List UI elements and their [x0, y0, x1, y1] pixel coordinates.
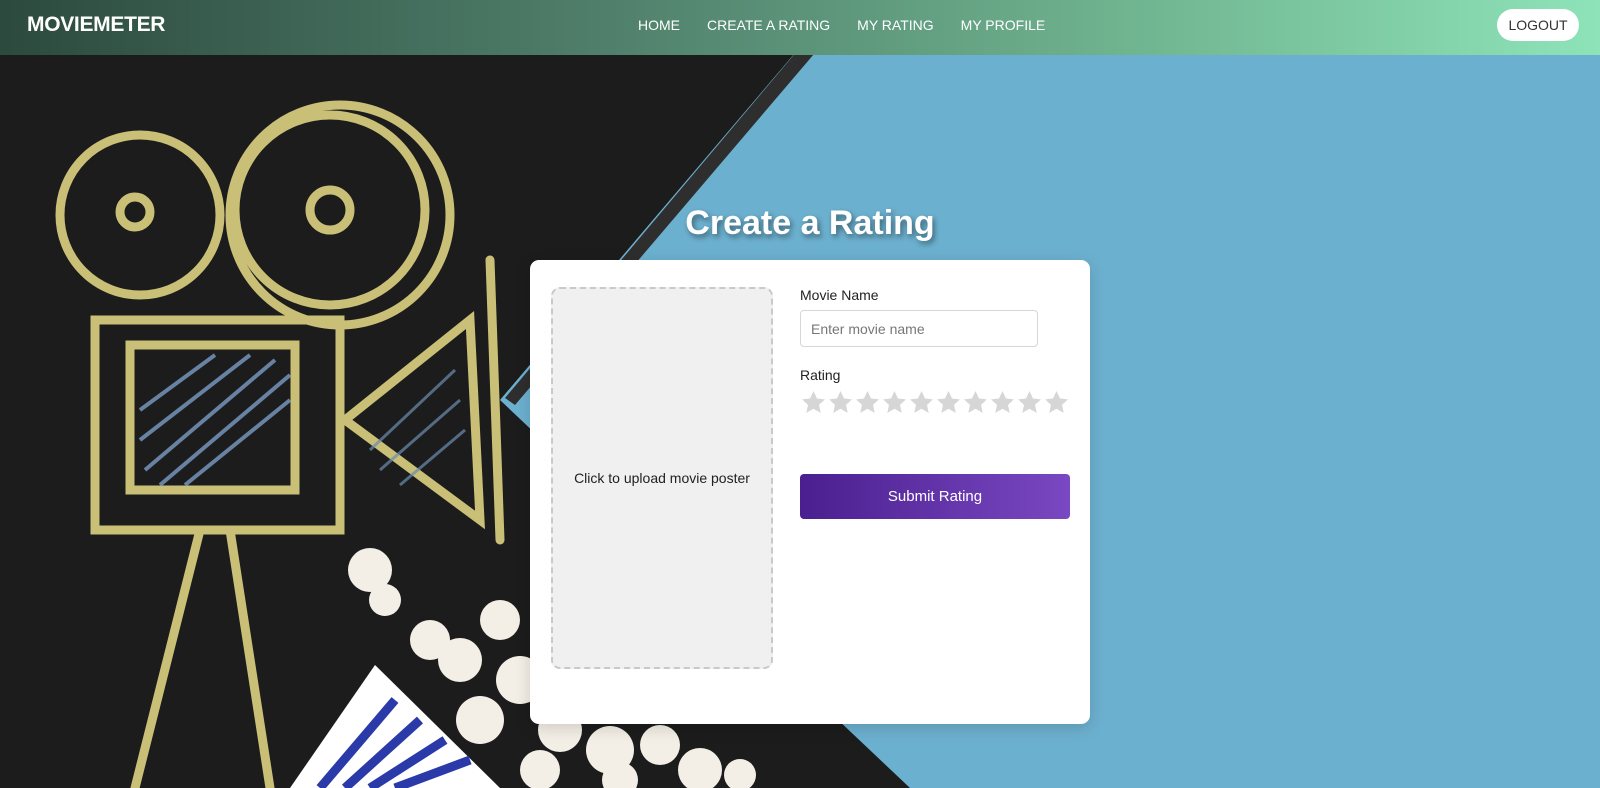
top-navbar: MOVIEMETER HOME CREATE A RATING MY RATIN…: [0, 0, 1600, 55]
star-icon[interactable]: [1016, 389, 1043, 416]
logout-button[interactable]: LOGOUT: [1497, 9, 1579, 41]
star-rating[interactable]: [800, 389, 1070, 416]
star-icon[interactable]: [854, 389, 881, 416]
movie-name-input[interactable]: [800, 310, 1038, 347]
page-title: Create a Rating: [685, 204, 935, 242]
nav-create-rating-link[interactable]: CREATE A RATING: [707, 17, 830, 33]
submit-rating-button[interactable]: Submit Rating: [800, 474, 1070, 519]
star-icon[interactable]: [1043, 389, 1070, 416]
nav-my-profile-link[interactable]: MY PROFILE: [961, 17, 1046, 33]
poster-upload-area[interactable]: Click to upload movie poster: [551, 287, 773, 669]
brand-logo[interactable]: MOVIEMETER: [27, 13, 165, 37]
star-icon[interactable]: [800, 389, 827, 416]
star-icon[interactable]: [908, 389, 935, 416]
create-rating-card: Click to upload movie poster Movie Name …: [530, 260, 1090, 724]
nav-my-rating-link[interactable]: MY RATING: [857, 17, 934, 33]
star-icon[interactable]: [881, 389, 908, 416]
nav-links: HOME CREATE A RATING MY RATING MY PROFIL…: [638, 17, 1072, 33]
star-icon[interactable]: [935, 389, 962, 416]
rating-label: Rating: [800, 367, 841, 383]
movie-name-label: Movie Name: [800, 287, 879, 303]
poster-upload-label: Click to upload movie poster: [574, 470, 750, 486]
star-icon[interactable]: [989, 389, 1016, 416]
nav-home-link[interactable]: HOME: [638, 17, 680, 33]
star-icon[interactable]: [962, 389, 989, 416]
star-icon[interactable]: [827, 389, 854, 416]
